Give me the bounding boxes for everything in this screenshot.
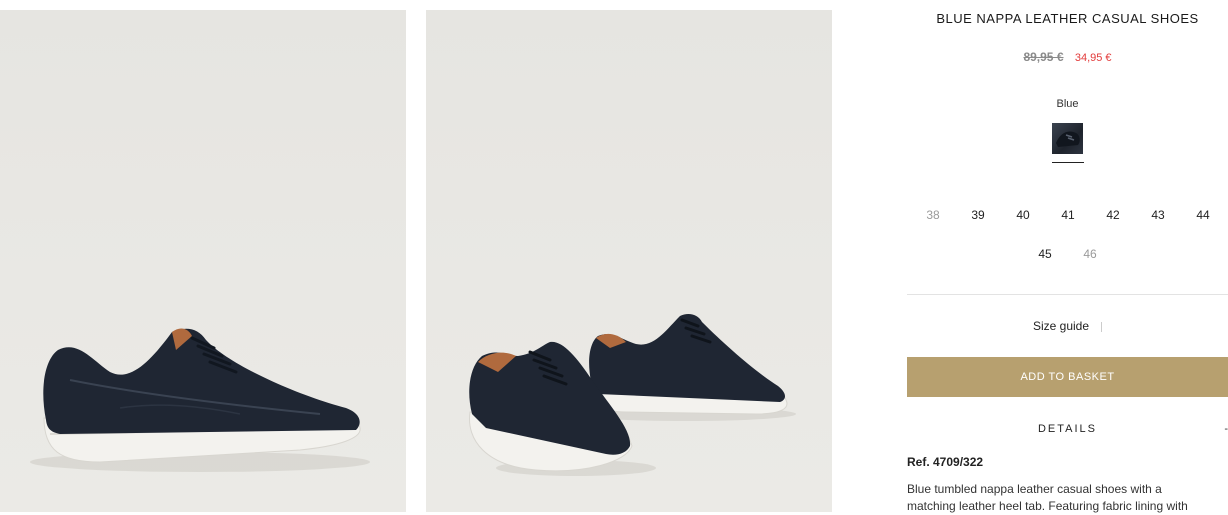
- details-label: DETAILS: [1037, 423, 1098, 435]
- section-divider: [907, 294, 1228, 295]
- add-to-basket-button[interactable]: ADD TO BASKET: [907, 357, 1228, 397]
- size-option-42[interactable]: 42: [1093, 208, 1133, 222]
- size-option-39[interactable]: 39: [958, 208, 998, 222]
- selected-swatch-indicator: [1052, 162, 1084, 163]
- product-title: BLUE NAPPA LEATHER CASUAL SHOES: [936, 11, 1199, 26]
- size-option-43[interactable]: 43: [1138, 208, 1178, 222]
- product-reference: Ref. 4709/322: [907, 455, 984, 469]
- product-info-panel: BLUE NAPPA LEATHER CASUAL SHOES 89,95 € …: [907, 0, 1228, 513]
- size-option-44[interactable]: 44: [1183, 208, 1223, 222]
- size-option-40[interactable]: 40: [1003, 208, 1043, 222]
- size-guide-separator: [1101, 321, 1103, 332]
- original-price: 89,95 €: [1023, 50, 1064, 64]
- size-guide-link[interactable]: Size guide: [907, 319, 1228, 333]
- size-option-41[interactable]: 41: [1048, 208, 1088, 222]
- sale-price: 34,95 €: [1074, 52, 1112, 64]
- shoe-pair-illustration: [469, 314, 796, 476]
- color-swatch-blue[interactable]: [1052, 123, 1083, 154]
- product-description: Blue tumbled nappa leather casual shoes …: [907, 482, 1188, 513]
- shoe-side-illustration: [30, 328, 370, 472]
- size-option-45[interactable]: 45: [1025, 247, 1065, 261]
- size-guide-label: Size guide: [1032, 319, 1090, 333]
- details-accordion-header[interactable]: DETAILS -: [907, 423, 1228, 439]
- product-photo-side[interactable]: [0, 10, 406, 512]
- size-option-46[interactable]: 46: [1070, 247, 1110, 261]
- color-name: Blue: [1056, 98, 1079, 110]
- size-option-38[interactable]: 38: [913, 208, 953, 222]
- product-photo-pair[interactable]: [426, 10, 832, 512]
- swatch-shoe-thumbnail: [1056, 131, 1080, 147]
- price-block: 89,95 € 34,95 €: [907, 50, 1228, 64]
- collapse-icon[interactable]: -: [1224, 423, 1228, 435]
